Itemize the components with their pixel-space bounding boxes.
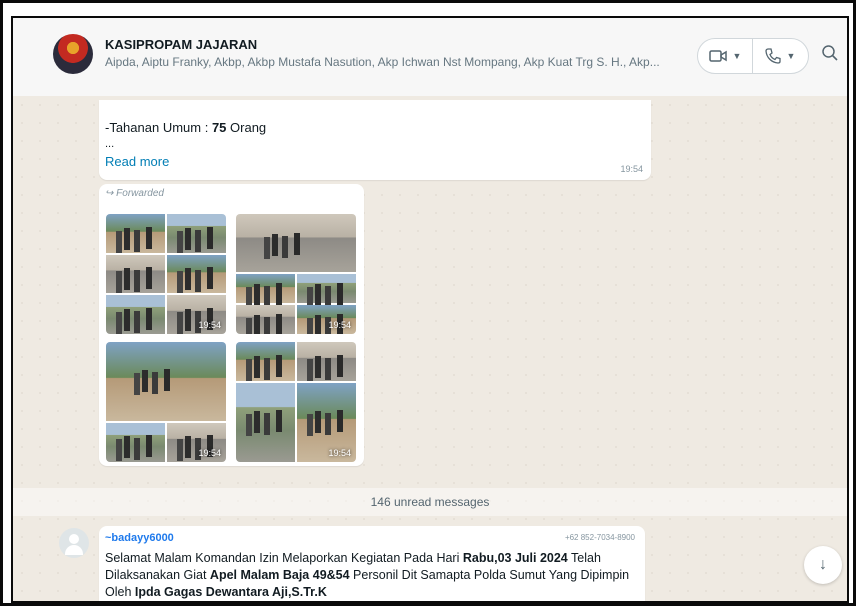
- arrow-down-icon: ↓: [819, 556, 827, 573]
- message-bubble[interactable]: -Tahanan Umum : 75 Orang ... Read more 1…: [99, 100, 651, 180]
- whatsapp-window: KASIPROPAM JAJARAN Aipda, Aiptu Franky, …: [11, 16, 849, 603]
- voice-call-button[interactable]: ▼: [753, 39, 807, 73]
- album-photo-tile[interactable]: 19:54: [236, 214, 356, 334]
- album-photo-tile[interactable]: 19:54: [106, 342, 226, 462]
- message-bubble[interactable]: ~badayy6000 +62 852-7034-8900 Selamat Ma…: [99, 526, 645, 601]
- video-call-button[interactable]: ▼: [698, 39, 753, 73]
- chevron-down-icon: ▼: [786, 51, 796, 61]
- photo-time: 19:54: [198, 448, 221, 458]
- chevron-down-icon: ▼: [732, 51, 742, 61]
- photo-time: 19:54: [328, 320, 351, 330]
- chat-header: KASIPROPAM JAJARAN Aipda, Aiptu Franky, …: [13, 18, 847, 97]
- search-button[interactable]: [821, 44, 841, 66]
- chat-area[interactable]: -Tahanan Umum : 75 Orang ... Read more 1…: [13, 96, 847, 601]
- message-text: Selamat Malam Komandan Izin Melaporkan K…: [105, 551, 630, 599]
- sender-phone: +62 852-7034-8900: [564, 533, 635, 542]
- group-avatar[interactable]: [53, 34, 93, 74]
- phone-icon: [764, 48, 781, 64]
- forward-arrow-icon: ↪: [105, 188, 117, 199]
- chat-title[interactable]: KASIPROPAM JAJARAN: [105, 37, 257, 52]
- read-more-link[interactable]: Read more: [105, 154, 169, 169]
- screenshot-frame: KASIPROPAM JAJARAN Aipda, Aiptu Franky, …: [0, 0, 856, 606]
- album-photo-tile[interactable]: 19:54: [236, 342, 356, 462]
- scroll-to-bottom-button[interactable]: ↓: [804, 546, 842, 584]
- sender-name[interactable]: ~badayy6000: [105, 532, 174, 544]
- message-ellipsis: ...: [105, 138, 115, 150]
- forwarded-label: ↪ Forwarded: [105, 188, 164, 199]
- photo-time: 19:54: [198, 320, 221, 330]
- message-text: -Tahanan Umum : 75 Orang: [105, 120, 267, 135]
- video-camera-icon: [708, 50, 727, 62]
- forwarded-photo-album[interactable]: ↪ Forwarded 19:54 19:54 19:54 19:54: [99, 184, 364, 466]
- album-photo-tile[interactable]: 19:54: [106, 214, 226, 334]
- unread-messages-divider: 146 unread messages: [13, 488, 847, 516]
- message-time: 19:54: [620, 164, 643, 174]
- call-controls: ▼ ▼: [697, 38, 809, 74]
- avatar[interactable]: [59, 528, 89, 558]
- participants-list[interactable]: Aipda, Aiptu Franky, Akbp, Akbp Mustafa …: [105, 55, 695, 69]
- photo-time: 19:54: [328, 448, 351, 458]
- search-icon: [822, 45, 838, 61]
